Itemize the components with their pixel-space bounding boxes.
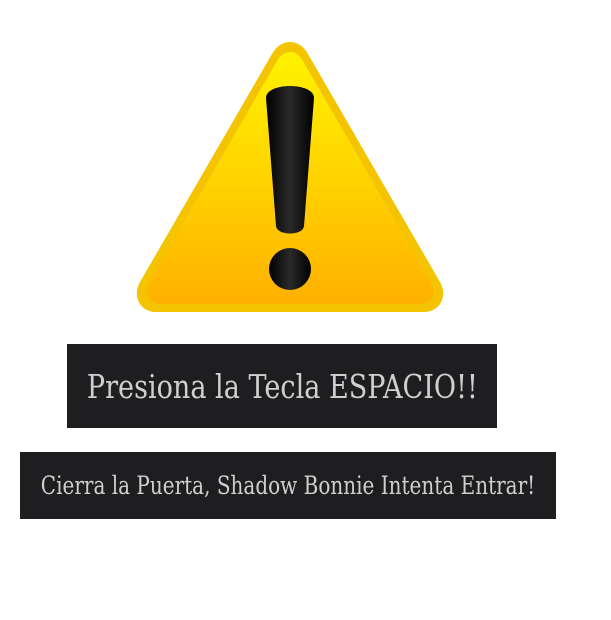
secondary-message-banner: Cierra la Puerta, Shadow Bonnie Intenta … [20,452,556,519]
exclamation-dot [269,248,311,290]
primary-message-text: Presiona la Tecla ESPACIO!! [86,366,478,406]
warning-triangle-icon [134,38,446,316]
primary-message-banner: Presiona la Tecla ESPACIO!! [67,344,497,428]
secondary-message-text: Cierra la Puerta, Shadow Bonnie Intenta … [40,471,536,500]
